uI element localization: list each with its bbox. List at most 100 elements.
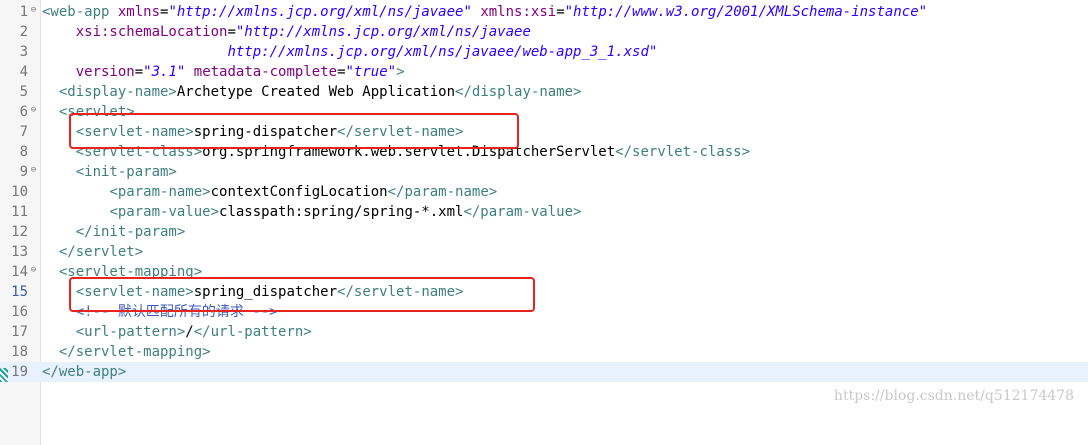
code-line[interactable]: 1 ⊖ <web-app xmlns = "http://xmlns.jcp.org/x…: [0, 2, 1088, 22]
code-text: <display-name>Archetype Created Web Appl…: [42, 82, 582, 102]
code-line[interactable]: 16 <!-- 默认匹配所有的请求 -->: [0, 302, 1088, 322]
code-text: <servlet-class>org.springframework.web.s…: [42, 142, 750, 162]
code-token: </web-app>: [42, 364, 127, 380]
code-token: xsi:schemaLocation: [75, 24, 228, 40]
fold-toggle-icon[interactable]: ⊖: [29, 106, 38, 115]
line-number: 13: [11, 244, 28, 260]
code-token: org.springframework.web.servlet.Dispatch…: [202, 144, 616, 160]
code-token: <servlet-name>: [75, 124, 194, 140]
line-number: 18: [11, 344, 28, 360]
code-token: <servlet-mapping>: [58, 264, 203, 280]
code-token: </display-name>: [455, 84, 582, 100]
code-token: <init-param>: [75, 164, 177, 180]
code-token: <param-name>: [109, 184, 211, 200]
code-token: =: [227, 24, 236, 40]
code-token: contextConfigLocation: [210, 184, 388, 200]
code-line[interactable]: 17 <url-pattern>/</url-pattern>: [0, 322, 1088, 342]
code-text: <servlet-name>spring-dispatcher</servlet…: [42, 122, 464, 142]
code-token: classpath:spring/spring-*.xml: [219, 204, 464, 220]
code-text: </init-param>: [42, 222, 186, 242]
code-token: "http://xmlns.jcp.org/xml/ns/javaee": [168, 4, 472, 20]
code-text: <init-param>: [42, 162, 177, 182]
code-token: =: [134, 64, 144, 80]
code-line[interactable]: 18 </servlet-mapping>: [0, 342, 1088, 362]
code-token: =: [556, 4, 565, 20]
fold-toggle-icon[interactable]: ⊖: [29, 166, 38, 175]
code-line[interactable]: 9 ⊖ <init-param>: [0, 162, 1088, 182]
code-line[interactable]: 12 </init-param>: [0, 222, 1088, 242]
code-line[interactable]: 15 <servlet-name>spring_dispatcher</serv…: [0, 282, 1088, 302]
code-token: <url-pattern>: [75, 324, 186, 340]
line-number: 2: [19, 24, 28, 40]
line-number: 15: [11, 284, 28, 300]
code-line[interactable]: 4 version="3.1" metadata-complete="true"…: [0, 62, 1088, 82]
code-token: <servlet-class>: [75, 144, 203, 160]
fold-toggle-icon[interactable]: ⊖: [29, 6, 38, 15]
code-line[interactable]: 2 xsi:schemaLocation="http://xmlns.jcp.o…: [0, 22, 1088, 42]
line-number: 6: [19, 104, 28, 120]
line-number: 11: [11, 204, 28, 220]
code-token: <web-app: [42, 4, 118, 20]
code-line[interactable]: 6 ⊖ <servlet>: [0, 102, 1088, 122]
line-number: 8: [19, 144, 28, 160]
code-token: <servlet>: [58, 104, 135, 120]
code-text: <servlet-name>spring_dispatcher</servlet…: [42, 282, 464, 302]
code-token: spring_dispatcher: [193, 284, 338, 300]
code-line[interactable]: 10 <param-name>contextConfigLocation</pa…: [0, 182, 1088, 202]
code-text: <!-- 默认匹配所有的请求 -->: [42, 302, 278, 322]
fold-toggle-icon[interactable]: ⊖: [29, 266, 38, 275]
code-token: <!-- 默认匹配所有的请求 -->: [75, 304, 278, 320]
code-token: <servlet-name>: [75, 284, 194, 300]
code-token: /: [185, 324, 194, 340]
code-token: <display-name>: [58, 84, 177, 100]
line-number: 7: [19, 124, 28, 140]
code-line[interactable]: 7 <servlet-name>spring-dispatcher</servl…: [0, 122, 1088, 142]
code-token: >: [396, 64, 405, 80]
code-token: xmlns:xsi: [480, 4, 557, 20]
code-token: version: [75, 64, 135, 80]
line-number: 9: [19, 164, 28, 180]
code-token: metadata-complete: [193, 64, 338, 80]
cursor-marker-icon: [0, 368, 8, 382]
line-number: 4: [19, 64, 28, 80]
code-line[interactable]: 8 <servlet-class>org.springframework.web…: [0, 142, 1088, 162]
code-line[interactable]: 3 http://xmlns.jcp.org/xml/ns/javaee/web…: [0, 42, 1088, 62]
code-token: </param-name>: [387, 184, 498, 200]
line-number: 1: [19, 4, 28, 20]
code-text: http://xmlns.jcp.org/xml/ns/javaee/web-a…: [42, 42, 657, 62]
code-token: Archetype Created Web Application: [176, 84, 456, 100]
code-text: </servlet-mapping>: [42, 342, 211, 362]
code-line[interactable]: 14 ⊖ <servlet-mapping>: [0, 262, 1088, 282]
code-token: </url-pattern>: [193, 324, 312, 340]
code-token: =: [337, 64, 346, 80]
code-text: <servlet-mapping>: [42, 262, 202, 282]
code-text: xsi:schemaLocation="http://xmlns.jcp.org…: [42, 22, 531, 42]
code-line[interactable]: 13 </servlet>: [0, 242, 1088, 262]
xml-code-editor[interactable]: 1 ⊖ <web-app xmlns="http://xmlns.jcp.org/x…: [0, 0, 1088, 445]
code-text: <servlet>: [42, 102, 135, 122]
code-text: <param-name>contextConfigLocation</param…: [42, 182, 497, 202]
line-number: 10: [11, 184, 28, 200]
code-token: </servlet-name>: [337, 124, 464, 140]
code-text: version="3.1" metadata-complete="true">: [42, 62, 405, 82]
code-line[interactable]: 11 <param-value>classpath:spring/spring-…: [0, 202, 1088, 222]
line-number: 17: [11, 324, 28, 340]
code-token: </servlet-name>: [337, 284, 464, 300]
code-line[interactable]: 19 </web-app>: [0, 362, 1088, 382]
code-line[interactable]: 5 <display-name>Archetype Created Web Ap…: [0, 82, 1088, 102]
code-text: </web-app>: [42, 362, 126, 382]
